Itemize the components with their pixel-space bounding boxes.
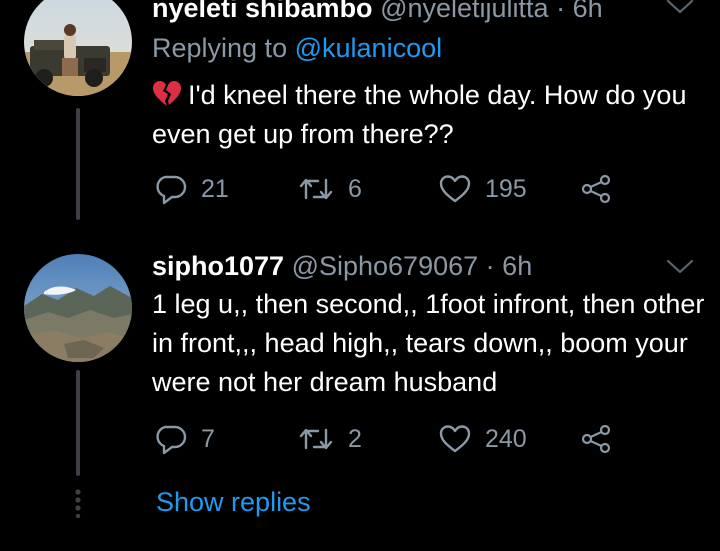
replying-mention[interactable]: @kulanicool	[295, 33, 443, 63]
reply-button[interactable]: 7	[155, 422, 215, 456]
separator-dot: ·	[556, 0, 566, 23]
reply-count: 7	[201, 424, 215, 453]
author-handle[interactable]: @nyeletijulitta	[380, 0, 549, 23]
tweet-header: sipho1077 @Sipho679067 · 6h	[152, 250, 532, 282]
timestamp[interactable]: 6h	[502, 251, 532, 281]
show-replies-link[interactable]: Show replies	[156, 485, 311, 519]
share-button[interactable]	[580, 422, 612, 456]
reply-icon	[156, 175, 187, 205]
tweet-text: 1 leg u,, then second,, 1foot infront, t…	[152, 289, 705, 397]
like-button[interactable]: 240	[439, 422, 527, 456]
retweet-count: 2	[348, 424, 362, 453]
reply-count: 21	[201, 174, 229, 203]
retweet-icon	[299, 178, 333, 200]
like-icon	[439, 175, 471, 203]
like-icon	[439, 425, 471, 453]
tweet-header: nyeleti shibambo @nyeletijulitta · 6h	[152, 0, 603, 24]
share-icon	[581, 174, 611, 204]
like-count: 195	[485, 174, 527, 203]
chevron-down-icon[interactable]	[665, 0, 695, 16]
retweet-button[interactable]: 6	[298, 172, 362, 206]
tweet-text: I'd kneel there the whole day. How do yo…	[152, 76, 712, 154]
timestamp[interactable]: 6h	[573, 0, 603, 23]
thread-line	[76, 108, 80, 220]
avatar-nyeleti[interactable]	[24, 0, 132, 96]
chevron-down-icon[interactable]	[665, 258, 695, 276]
author-name[interactable]: sipho1077	[152, 251, 284, 281]
reply-button[interactable]: 21	[155, 172, 229, 206]
share-button[interactable]	[580, 172, 612, 206]
separator-dot: ·	[485, 251, 495, 281]
broken-heart-icon	[153, 81, 181, 106]
share-icon	[581, 424, 611, 454]
tweet-text-content: I'd kneel there the whole day. How do yo…	[152, 80, 687, 149]
avatar-sipho[interactable]	[24, 254, 132, 362]
replying-prefix: Replying to	[152, 33, 288, 63]
more-dots-icon	[75, 489, 81, 518]
retweet-count: 6	[348, 174, 362, 203]
like-count: 240	[485, 424, 527, 453]
reply-icon	[156, 425, 187, 455]
like-button[interactable]: 195	[439, 172, 527, 206]
thread-line-lower	[76, 370, 80, 476]
retweet-button[interactable]: 2	[298, 422, 362, 456]
author-name[interactable]: nyeleti shibambo	[152, 0, 373, 23]
author-handle[interactable]: @Sipho679067	[292, 251, 479, 281]
replying-to: Replying to @kulanicool	[152, 31, 442, 65]
tweet-2[interactable]: sipho1077 @Sipho679067 · 6h 1 leg u,, th…	[0, 220, 720, 551]
tweet-1[interactable]: nyeleti shibambo @nyeletijulitta · 6h Re…	[0, 0, 720, 220]
retweet-icon	[299, 428, 333, 450]
